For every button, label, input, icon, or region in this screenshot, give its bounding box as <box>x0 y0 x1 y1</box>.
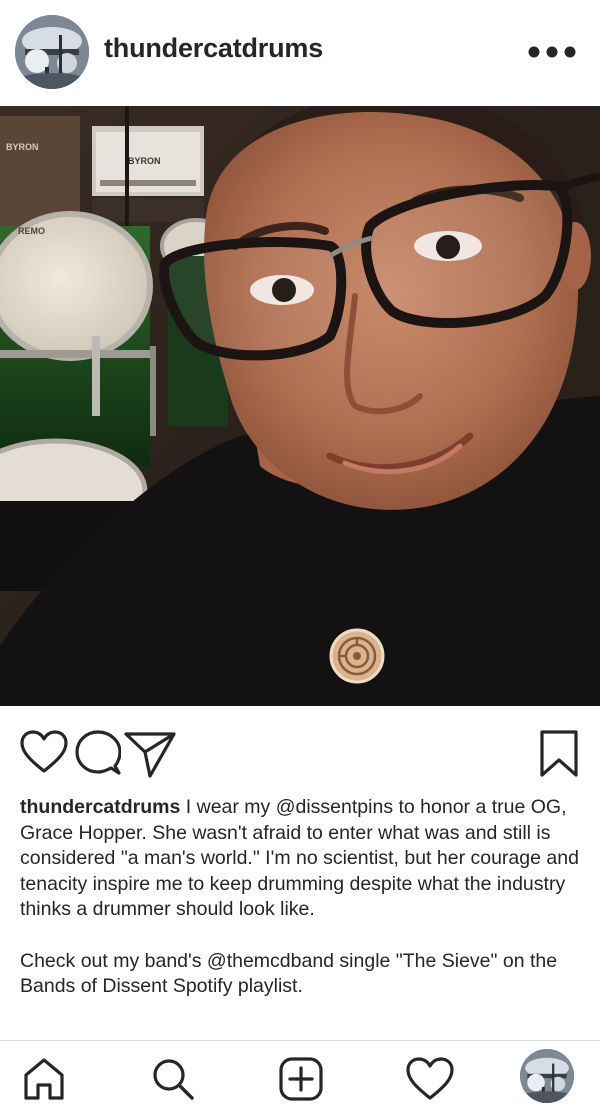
caption-paragraph: thundercatdrums I wear my @dissentpins t… <box>20 795 585 923</box>
more-horizontal-icon[interactable] <box>526 44 578 60</box>
drum-brand-label: REMO <box>18 226 45 236</box>
heart-outline-icon[interactable] <box>20 730 68 774</box>
glasses-right-lens <box>361 180 573 328</box>
amp-brand-label: BYRON <box>6 142 39 152</box>
bookmark-icon[interactable] <box>539 730 579 778</box>
photo-illustration: BYRON BYRON REMO <box>0 106 600 706</box>
caption-paragraph: Check out my band's @themcdband single "… <box>20 949 558 998</box>
search-icon[interactable] <box>151 1057 195 1101</box>
paper-plane-icon[interactable] <box>124 731 176 779</box>
avatar[interactable] <box>15 15 89 89</box>
username[interactable]: thundercatdrums <box>104 33 323 64</box>
heart-outline-icon[interactable] <box>406 1057 454 1101</box>
home-icon[interactable] <box>22 1057 66 1101</box>
caption-username[interactable]: thundercatdrums <box>20 796 180 818</box>
post-header: thundercatdrums <box>0 0 600 106</box>
avatar-image <box>15 15 89 89</box>
profile-avatar[interactable] <box>520 1049 574 1103</box>
amp-head-brand-label: BYRON <box>128 156 161 166</box>
bottom-nav <box>0 1041 600 1111</box>
add-post-icon[interactable] <box>279 1057 323 1101</box>
profile-avatar-image <box>520 1049 574 1103</box>
post-caption: thundercatdrums I wear my @dissentpins t… <box>20 795 585 1000</box>
post-actions <box>0 706 600 792</box>
amp-cabinet <box>0 116 80 226</box>
comment-bubble-icon[interactable] <box>75 730 121 776</box>
glasses-left-lens <box>159 237 347 361</box>
post-photo[interactable]: BYRON BYRON REMO <box>0 106 600 706</box>
